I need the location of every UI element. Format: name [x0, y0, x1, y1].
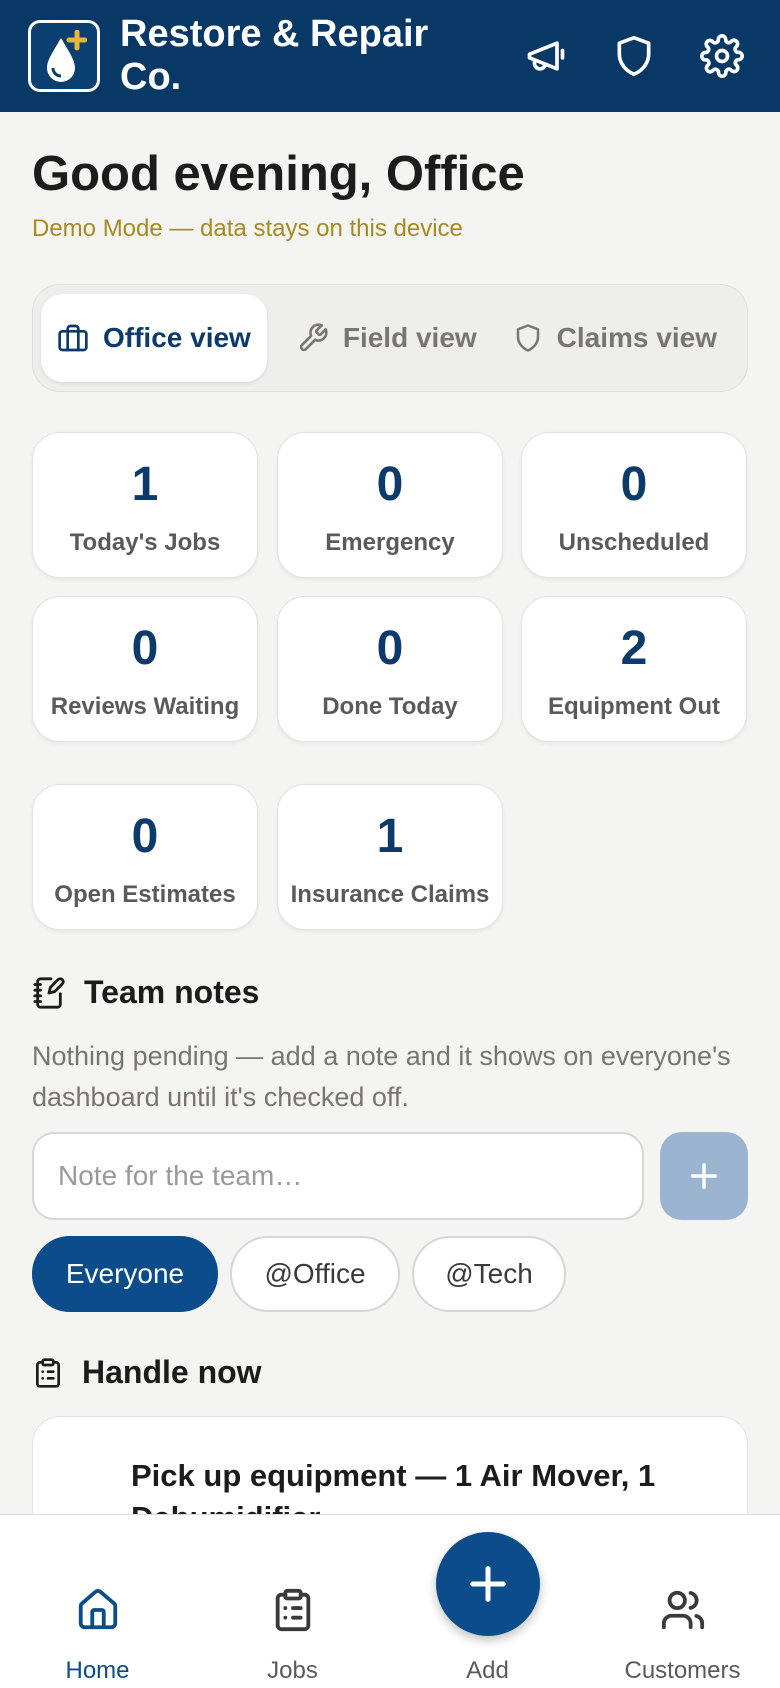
- logo-drop-plus-icon: [28, 20, 100, 92]
- shield-icon[interactable]: [604, 26, 664, 86]
- megaphone-icon[interactable]: [516, 26, 576, 86]
- section-title: Team notes: [84, 974, 260, 1010]
- team-note-input[interactable]: [32, 1132, 644, 1220]
- tab-field-view[interactable]: Field view: [281, 294, 493, 382]
- demo-mode-notice: Demo Mode — data stays on this device: [32, 215, 463, 242]
- add-fab-button[interactable]: [436, 1532, 540, 1636]
- audience-chip-office[interactable]: @Office: [230, 1236, 400, 1312]
- audience-chip-everyone[interactable]: Everyone: [32, 1236, 218, 1312]
- nav-label: Jobs: [267, 1657, 318, 1684]
- tab-label: Claims view: [556, 322, 717, 353]
- nav-customers[interactable]: Customers: [585, 1515, 780, 1688]
- tab-office-view[interactable]: Office view: [41, 294, 267, 382]
- stat-value: 0: [131, 622, 159, 675]
- audience-chip-tech[interactable]: @Tech: [412, 1236, 566, 1312]
- stat-label: Today's Jobs: [69, 529, 221, 556]
- users-icon: [661, 1590, 704, 1630]
- bottom-nav: Home Jobs Add Customers: [0, 1514, 780, 1688]
- brand-name: Restore & Repair Co.: [120, 13, 429, 98]
- nav-jobs[interactable]: Jobs: [195, 1515, 390, 1688]
- tab-label: Office view: [103, 322, 251, 353]
- tab-claims-view[interactable]: Claims view: [497, 294, 733, 382]
- stat-value: 2: [620, 622, 648, 675]
- clipboard-icon: [275, 1588, 310, 1632]
- stat-label: Reviews Waiting: [50, 693, 240, 720]
- view-switcher: Office view Field view Claims view: [32, 284, 748, 392]
- add-note-button[interactable]: [660, 1132, 748, 1220]
- plus-icon: [690, 1162, 718, 1190]
- stat-card-insurance-claims[interactable]: 1 Insurance Claims: [277, 784, 503, 930]
- clipboard-list-icon: [36, 1357, 60, 1388]
- stat-value: 0: [131, 810, 159, 863]
- stat-card-reviews-waiting[interactable]: 0 Reviews Waiting: [32, 596, 258, 742]
- wrench-icon: [299, 323, 328, 352]
- stat-value: 1: [376, 810, 404, 863]
- shield-icon: [516, 324, 539, 352]
- app-header: Restore & Repair Co.: [0, 0, 780, 112]
- home-icon: [78, 1588, 117, 1630]
- stat-label: Insurance Claims: [290, 881, 490, 908]
- stat-label: Done Today: [322, 693, 458, 720]
- stat-card-emergency[interactable]: 0 Emergency: [277, 432, 503, 578]
- stat-value: 0: [620, 458, 648, 511]
- nav-home[interactable]: Home: [0, 1515, 195, 1688]
- tab-label: Field view: [342, 322, 477, 353]
- handle-now-heading: Handle now: [32, 1354, 262, 1391]
- stat-label: Unscheduled: [558, 529, 710, 556]
- team-notes-heading: Team notes: [32, 974, 259, 1011]
- stat-label: Open Estimates: [54, 881, 236, 908]
- notebook-pen-icon: [33, 976, 65, 1009]
- stat-card-unscheduled[interactable]: 0 Unscheduled: [521, 432, 747, 578]
- nav-label: Customers: [624, 1657, 741, 1684]
- stat-card-equipment-out[interactable]: 2 Equipment Out: [521, 596, 747, 742]
- stat-value: 0: [376, 458, 404, 511]
- stat-card-open-estimates[interactable]: 0 Open Estimates: [32, 784, 258, 930]
- page-title: Good evening, Office: [32, 147, 525, 201]
- plus-icon: [470, 1566, 506, 1602]
- stat-card-done-today[interactable]: 0 Done Today: [277, 596, 503, 742]
- stat-card-todays-jobs[interactable]: 1 Today's Jobs: [32, 432, 258, 578]
- nav-label: Home: [65, 1657, 130, 1684]
- section-title: Handle now: [82, 1354, 262, 1390]
- team-notes-description: Nothing pending — add a note and it show…: [32, 1041, 731, 1112]
- gear-icon[interactable]: [692, 26, 752, 86]
- briefcase-icon: [58, 324, 88, 352]
- stat-value: 0: [376, 622, 404, 675]
- stat-label: Emergency: [325, 529, 455, 556]
- stat-label: Equipment Out: [548, 693, 720, 720]
- nav-label: Add: [466, 1657, 509, 1684]
- stat-value: 1: [131, 458, 159, 511]
